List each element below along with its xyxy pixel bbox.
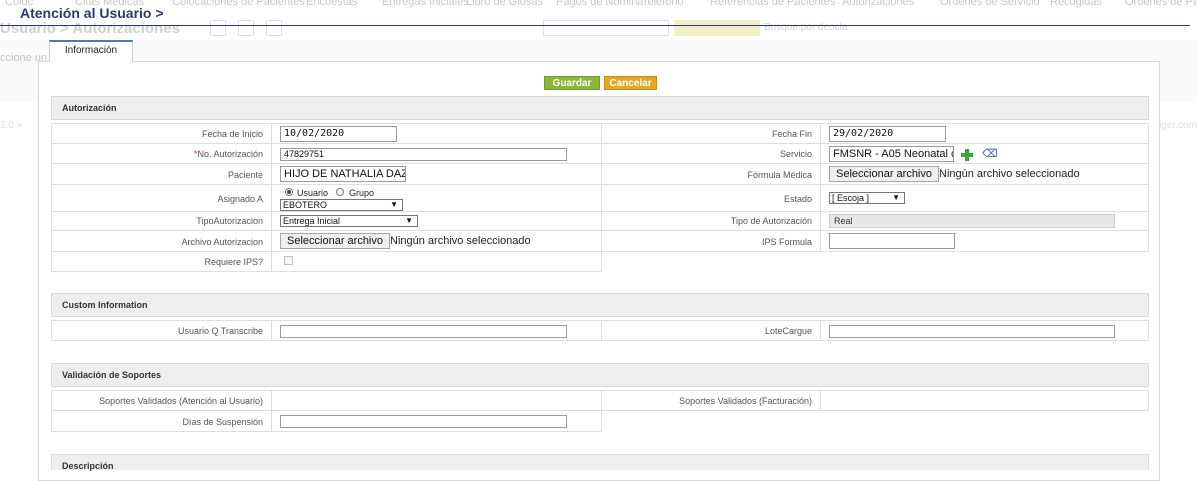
bg-nav-item: Pagos de Nomina — [556, 0, 644, 8]
cancel-button[interactable]: Cancelar — [604, 76, 657, 90]
tipo-de-autorizacion-label: Tipo de Autorización — [730, 216, 812, 226]
dropdown-arrow-icon: ▼ — [405, 216, 413, 225]
section-autorizacion-header: Autorización — [51, 96, 1149, 120]
background-search-input — [543, 20, 669, 36]
usuario-radio[interactable] — [285, 188, 293, 196]
save-button[interactable]: Guardar — [544, 76, 600, 90]
archivo-file-button[interactable]: Seleccionar archivo — [280, 233, 390, 249]
bg-nav-item: Ordenes de Pago — [1125, 0, 1197, 8]
asignado-select-value: EBOTERO — [283, 200, 328, 210]
background-toolbar — [210, 20, 294, 38]
archivo-file-status: Ningún archivo seleccionado — [390, 235, 531, 247]
asignado-label: Asignado A — [217, 194, 263, 204]
clear-eraser-icon[interactable]: ⌫ — [982, 148, 998, 160]
bg-tool-icon — [210, 20, 226, 36]
usuario-q-transcribe-input[interactable] — [280, 325, 567, 338]
fecha-inicio-input[interactable]: 10/02/2020 — [280, 126, 397, 142]
tipo-autorizacion-label: TipoAutorizacion — [196, 216, 263, 226]
no-autorizacion-label-text: No. Autorización — [197, 149, 263, 159]
dialog-title: Atención al Usuario > — [20, 5, 164, 21]
background-search-hint: Busque por deocla — [764, 22, 848, 33]
section-custom-header: Custom Information — [51, 293, 1149, 317]
soportes-atencion-label: Soportes Validados (Atención al Usuario) — [99, 396, 263, 406]
estado-label: Estado — [783, 194, 812, 204]
estado-select[interactable]: [ Escoja ] ▼ — [829, 192, 905, 204]
tipo-de-autorizacion-value: Real — [829, 214, 1115, 228]
no-autorizacion-label: *No. Autorización — [194, 149, 263, 159]
tipo-autorizacion-select-value: Entrega Inicial — [283, 216, 341, 226]
bg-tool-icon — [238, 20, 254, 36]
value-cell — [820, 390, 1149, 411]
tipo-autorizacion-select[interactable]: Entrega Inicial ▼ — [280, 215, 418, 227]
soportes-facturacion-label: Soportes Validados (Facturación) — [679, 396, 812, 406]
dropdown-arrow-icon: ▼ — [390, 200, 398, 209]
add-plus-icon[interactable] — [961, 149, 973, 161]
requiere-ips-label: Requiere IPS? — [204, 257, 263, 267]
fecha-inicio-label: Fecha de Inicio — [201, 129, 263, 139]
estado-select-value: [ Escoja ] — [832, 193, 870, 203]
bg-nav-item: Encuestas — [306, 0, 358, 8]
formula-medica-label: Fórmula Médica — [747, 170, 812, 180]
bg-nav-item: Autorizaciones — [842, 0, 915, 8]
fecha-fin-input[interactable]: 29/02/2020 — [829, 126, 946, 142]
usuario-q-transcribe-label: Usuario Q Transcribe — [177, 326, 263, 336]
dias-suspension-input[interactable] — [280, 415, 567, 428]
usuario-radio-label: Usuario — [297, 188, 329, 198]
dropdown-arrow-icon: ▼ — [892, 193, 900, 202]
dias-suspension-label: Días de Suspensión — [182, 417, 263, 427]
background-left-text: 1.0 » — [0, 120, 23, 131]
bg-nav-item: Colocaciones de Pacientes — [172, 0, 305, 8]
paciente-label: Paciente — [227, 170, 263, 180]
value-cell — [271, 251, 602, 272]
title-divider — [0, 25, 1190, 26]
grupo-radio[interactable] — [336, 188, 344, 196]
ips-formula-label: IPS Formula — [761, 237, 812, 247]
grupo-radio-label: Grupo — [349, 188, 375, 198]
paciente-input[interactable]: HIJO DE NATHALIA DAZ — [280, 166, 406, 182]
lote-cargue-input[interactable] — [829, 325, 1115, 338]
bg-nav-item: Telefono — [642, 0, 684, 8]
section-validacion-header: Validación de Soportes — [51, 363, 1149, 387]
archivo-autorizacion-label: Archivo Autorizacion — [181, 237, 263, 247]
bg-nav-item: Referencias de Pacientes — [710, 0, 836, 8]
servicio-input[interactable]: FMSNR - A05 Neonatal co — [829, 146, 954, 162]
no-autorizacion-input[interactable]: 47829751 — [280, 148, 567, 161]
bg-nav-item: Entregas Iniciales — [382, 0, 469, 8]
bg-nav-item: Recogidas — [1050, 0, 1102, 8]
formula-file-status: Ningún archivo seleccionado — [939, 168, 1080, 180]
section-descripcion-header: Descripción — [51, 454, 1149, 471]
fecha-fin-label: Fecha Fin — [771, 129, 812, 139]
tab-informacion[interactable]: Información — [49, 40, 133, 62]
lote-cargue-label: LoteCargue — [764, 326, 812, 336]
bg-nav-item: Ordenes de Servicio — [940, 0, 1040, 8]
requiere-ips-checkbox[interactable] — [284, 256, 293, 265]
background-search-button — [674, 20, 760, 36]
bg-nav-item: Libro de Glosas — [466, 0, 544, 8]
bg-tool-icon — [266, 20, 282, 36]
asignado-select[interactable]: EBOTERO ▼ — [280, 199, 403, 211]
value-cell — [271, 390, 602, 411]
formula-file-button[interactable]: Seleccionar archivo — [829, 166, 939, 182]
ips-formula-input[interactable] — [829, 233, 955, 249]
background-title: Usuario > Autorizaciones — [0, 20, 180, 37]
servicio-label: Servicio — [779, 149, 812, 159]
